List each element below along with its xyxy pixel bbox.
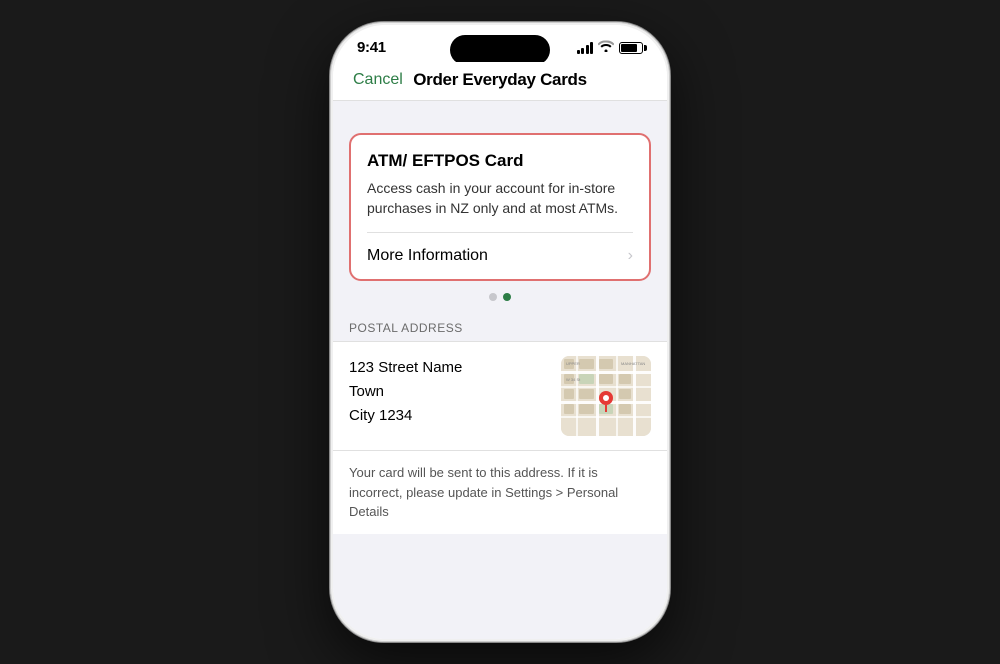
svg-text:MANHATTAN: MANHATTAN [621, 361, 645, 366]
map-thumbnail: UPPER W 34 St MANHATTAN [561, 356, 651, 436]
navigation-bar: Cancel Order Everyday Cards [333, 62, 667, 101]
address-line-2: Town [349, 380, 462, 404]
battery-icon [619, 42, 643, 54]
chevron-right-icon: › [628, 247, 633, 265]
wifi-icon [598, 40, 614, 55]
address-section: 123 Street Name Town City 1234 [333, 341, 667, 451]
card-option-panel: ATM/ EFTPOS Card Access cash in your acc… [349, 133, 651, 281]
cancel-button[interactable]: Cancel [353, 71, 403, 89]
dynamic-island [450, 35, 550, 65]
status-icons [577, 40, 644, 55]
dot-1 [489, 293, 497, 301]
bottom-note-text: Your card will be sent to this address. … [349, 465, 618, 519]
signal-icon [577, 42, 594, 54]
page-indicator [333, 281, 667, 315]
address-line-1: 123 Street Name [349, 356, 462, 380]
more-info-row[interactable]: More Information › [351, 233, 649, 279]
page-title: Order Everyday Cards [413, 70, 587, 90]
card-title: ATM/ EFTPOS Card [367, 151, 633, 171]
status-time: 9:41 [357, 39, 386, 56]
address-text: 123 Street Name Town City 1234 [349, 356, 462, 428]
card-description: Access cash in your account for in-store… [367, 179, 633, 218]
bottom-note: Your card will be sent to this address. … [333, 451, 667, 534]
scroll-content[interactable]: ATM/ EFTPOS Card Access cash in your acc… [333, 101, 667, 639]
status-bar: 9:41 [333, 25, 667, 62]
phone-screen: 9:41 Cancel Or [333, 25, 667, 639]
dot-2 [503, 293, 511, 301]
svg-text:UPPER: UPPER [566, 361, 580, 366]
card-info: ATM/ EFTPOS Card Access cash in your acc… [351, 135, 649, 232]
phone-frame: 9:41 Cancel Or [330, 22, 670, 642]
postal-address-header: POSTAL ADDRESS [333, 315, 667, 341]
more-info-label: More Information [367, 247, 488, 265]
svg-text:W 34 St: W 34 St [566, 377, 581, 382]
address-line-3: City 1234 [349, 404, 462, 428]
